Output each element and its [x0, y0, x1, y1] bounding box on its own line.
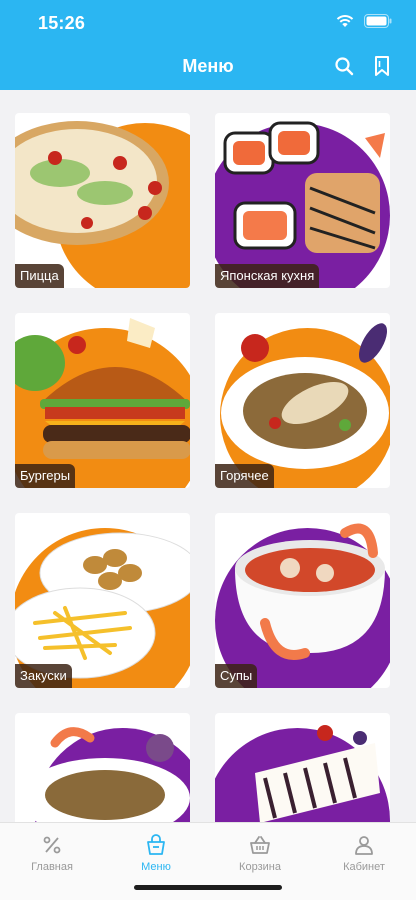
wifi-icon [336, 15, 354, 27]
basket-icon [250, 836, 270, 854]
bookmark-icon [375, 56, 389, 76]
cake-image [255, 725, 380, 822]
tab-home[interactable]: Главная [0, 833, 104, 873]
seafood-image [20, 727, 190, 822]
tab-label: Меню [141, 861, 171, 873]
category-card-soups[interactable]: Супы [215, 513, 390, 688]
category-label: Закуски [15, 664, 72, 688]
category-card-burgers[interactable]: Бургеры [15, 313, 190, 488]
snacks-image [15, 532, 190, 679]
category-card-snacks[interactable]: Закуски [15, 513, 190, 688]
tab-menu[interactable]: Меню [104, 833, 208, 873]
category-card-7[interactable] [15, 713, 190, 822]
tab-cart[interactable]: Корзина [208, 833, 312, 873]
category-label: Бургеры [15, 464, 76, 488]
category-label: Горячее [215, 464, 274, 488]
hot-dish-image [221, 323, 389, 469]
percent-icon [43, 836, 61, 854]
tab-label: Кабинет [343, 861, 385, 873]
menu-bag-icon [147, 834, 165, 855]
sushi-image [223, 121, 385, 253]
burger-image [15, 318, 190, 459]
pizza-image [15, 121, 169, 245]
category-card-hot[interactable]: Горячее [215, 313, 390, 488]
soup-image [235, 523, 385, 660]
user-icon [355, 836, 373, 855]
status-bar: 15:26 [0, 0, 416, 44]
tab-label: Корзина [239, 861, 281, 873]
menu-content: Пицца Японская кухня Бургеры Горячее Зак… [0, 90, 416, 822]
home-indicator [134, 885, 282, 890]
status-time: 15:26 [38, 13, 86, 33]
top-bar: 15:26 Меню [0, 0, 416, 90]
header-actions [332, 54, 394, 78]
tab-account[interactable]: Кабинет [312, 833, 416, 873]
status-icons [336, 14, 392, 28]
category-label: Японская кухня [215, 264, 320, 288]
search-icon [335, 57, 354, 76]
search-button[interactable] [332, 54, 356, 78]
category-label: Пицца [15, 264, 64, 288]
bookmarks-button[interactable] [370, 54, 394, 78]
category-card-8[interactable] [215, 713, 390, 822]
category-label: Супы [215, 664, 258, 688]
tab-label: Главная [31, 861, 73, 873]
battery-icon [364, 14, 392, 28]
category-card-pizza[interactable]: Пицца [15, 113, 190, 288]
category-card-japanese[interactable]: Японская кухня [215, 113, 390, 288]
